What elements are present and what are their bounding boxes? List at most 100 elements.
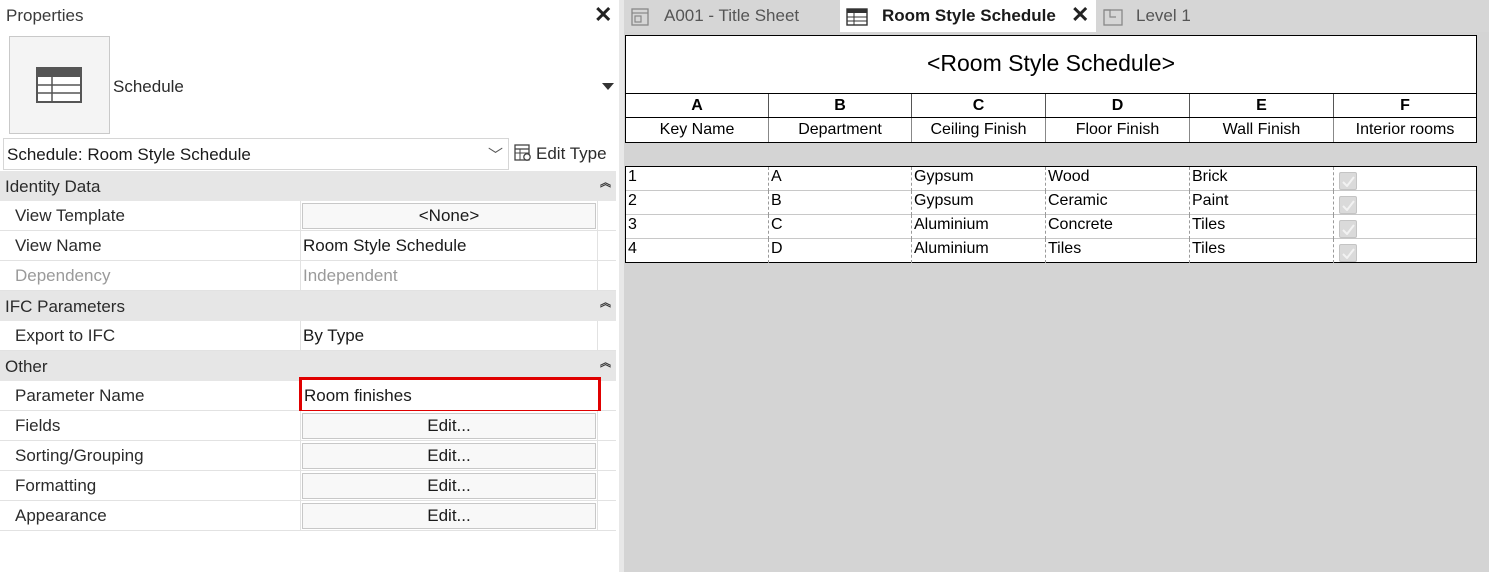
divider bbox=[597, 201, 598, 231]
interior-rooms-cell bbox=[1334, 215, 1476, 239]
wall-finish-cell[interactable]: Tiles bbox=[1190, 215, 1334, 239]
schedule-icon bbox=[846, 8, 868, 26]
divider bbox=[597, 261, 598, 291]
check-icon bbox=[1342, 176, 1355, 187]
ceiling-finish-cell[interactable]: Gypsum bbox=[912, 167, 1046, 191]
divider bbox=[300, 201, 301, 231]
fields-edit-button[interactable]: Edit... bbox=[302, 413, 596, 439]
key-name-cell[interactable]: 3 bbox=[626, 215, 769, 239]
group-label: Identity Data bbox=[5, 177, 101, 196]
divider bbox=[597, 501, 598, 531]
formatting-edit-button[interactable]: Edit... bbox=[302, 473, 596, 499]
group-label: Other bbox=[5, 357, 48, 376]
type-selector[interactable]: Schedule bbox=[3, 33, 616, 136]
prop-name: View Template bbox=[15, 206, 125, 225]
tab-label: A001 - Title Sheet bbox=[664, 6, 800, 25]
type-preview bbox=[9, 36, 110, 134]
department-cell[interactable]: C bbox=[769, 215, 912, 239]
table-row: 4 D Aluminium Tiles Tiles bbox=[626, 239, 1476, 263]
floor-finish-cell[interactable]: Ceramic bbox=[1046, 191, 1190, 215]
column-letter[interactable]: D bbox=[1046, 94, 1190, 117]
column-header[interactable]: Interior rooms bbox=[1334, 118, 1476, 142]
column-letter[interactable]: E bbox=[1190, 94, 1334, 117]
schedule-title[interactable]: <Room Style Schedule> bbox=[625, 35, 1477, 94]
column-header[interactable]: Department bbox=[769, 118, 912, 142]
wall-finish-cell[interactable]: Brick bbox=[1190, 167, 1334, 191]
key-name-cell[interactable]: 2 bbox=[626, 191, 769, 215]
chevron-down-icon: ﹀ bbox=[488, 147, 504, 164]
edit-type-button[interactable]: Edit Type bbox=[512, 139, 616, 169]
group-ifc-parameters[interactable]: IFC Parameters ︽ bbox=[0, 291, 616, 321]
close-icon[interactable]: ✕ bbox=[594, 2, 612, 28]
edit-type-icon bbox=[514, 144, 531, 161]
divider bbox=[300, 501, 301, 531]
column-letter[interactable]: F bbox=[1334, 94, 1476, 117]
divider bbox=[300, 231, 301, 261]
ceiling-finish-cell[interactable]: Gypsum bbox=[912, 191, 1046, 215]
divider bbox=[300, 261, 301, 291]
wall-finish-cell[interactable]: Paint bbox=[1190, 191, 1334, 215]
divider bbox=[597, 231, 598, 261]
divider bbox=[597, 441, 598, 471]
floor-finish-cell[interactable]: Concrete bbox=[1046, 215, 1190, 239]
parameter-name-input[interactable]: Room finishes bbox=[299, 377, 601, 413]
interior-rooms-checkbox[interactable] bbox=[1339, 244, 1357, 262]
ceiling-finish-cell[interactable]: Aluminium bbox=[912, 239, 1046, 263]
tab-room-style-schedule[interactable]: Room Style Schedule ✕ bbox=[840, 0, 1096, 32]
interior-rooms-checkbox[interactable] bbox=[1339, 220, 1357, 238]
department-cell[interactable]: B bbox=[769, 191, 912, 215]
sorting-grouping-edit-button[interactable]: Edit... bbox=[302, 443, 596, 469]
floor-finish-cell[interactable]: Tiles bbox=[1046, 239, 1190, 263]
column-header[interactable]: Floor Finish bbox=[1046, 118, 1190, 142]
interior-rooms-checkbox[interactable] bbox=[1339, 172, 1357, 190]
tab-title-sheet[interactable]: A001 - Title Sheet bbox=[624, 0, 839, 32]
department-cell[interactable]: D bbox=[769, 239, 912, 263]
divider bbox=[597, 321, 598, 351]
column-header[interactable]: Key Name bbox=[626, 118, 769, 142]
collapse-icon[interactable]: ︽ bbox=[600, 294, 611, 310]
prop-name: Sorting/Grouping bbox=[15, 446, 144, 465]
prop-name: Appearance bbox=[15, 506, 107, 525]
column-header-row: Key Name Department Ceiling Finish Floor… bbox=[625, 118, 1477, 143]
group-label: IFC Parameters bbox=[5, 297, 125, 316]
key-name-cell[interactable]: 4 bbox=[626, 239, 769, 263]
column-letter[interactable]: B bbox=[769, 94, 912, 117]
check-icon bbox=[1342, 224, 1355, 235]
type-name: Schedule bbox=[113, 77, 184, 96]
interior-rooms-checkbox[interactable] bbox=[1339, 196, 1357, 214]
chevron-down-icon[interactable] bbox=[602, 83, 614, 90]
appearance-edit-button[interactable]: Edit... bbox=[302, 503, 596, 529]
interior-rooms-cell bbox=[1334, 239, 1476, 263]
column-letter-row: A B C D E F bbox=[625, 94, 1477, 118]
prop-row-dependency: Dependency Independent bbox=[0, 261, 616, 291]
floor-finish-cell[interactable]: Wood bbox=[1046, 167, 1190, 191]
group-identity-data[interactable]: Identity Data ︽ bbox=[0, 171, 616, 201]
parameter-name-value: Room finishes bbox=[304, 386, 412, 405]
collapse-icon[interactable]: ︽ bbox=[600, 174, 611, 190]
view-name-field[interactable]: Room Style Schedule bbox=[303, 236, 466, 256]
department-cell[interactable]: A bbox=[769, 167, 912, 191]
tab-level-1[interactable]: Level 1 bbox=[1097, 0, 1217, 32]
schedule-body: 1 A Gypsum Wood Brick 2 B Gypsum Ceramic… bbox=[625, 166, 1477, 263]
close-tab-icon[interactable]: ✕ bbox=[1071, 2, 1089, 28]
export-to-ifc-field[interactable]: By Type bbox=[303, 326, 364, 346]
schedule-view-area: <Room Style Schedule> A B C D E F Key Na… bbox=[624, 32, 1489, 572]
prop-name: Dependency bbox=[15, 266, 111, 285]
sheet-icon bbox=[631, 8, 649, 26]
column-letter[interactable]: A bbox=[626, 94, 769, 117]
properties-panel: Properties ✕ Schedule Schedule: Room Sty… bbox=[0, 0, 619, 572]
table-row: 2 B Gypsum Ceramic Paint bbox=[626, 191, 1476, 215]
column-letter[interactable]: C bbox=[912, 94, 1046, 117]
wall-finish-cell[interactable]: Tiles bbox=[1190, 239, 1334, 263]
instance-filter-dropdown[interactable]: Schedule: Room Style Schedule ﹀ bbox=[3, 138, 509, 170]
interior-rooms-cell bbox=[1334, 167, 1476, 191]
view-template-button[interactable]: <None> bbox=[302, 203, 596, 229]
schedule-type-icon bbox=[36, 67, 82, 103]
ceiling-finish-cell[interactable]: Aluminium bbox=[912, 215, 1046, 239]
collapse-icon[interactable]: ︽ bbox=[600, 354, 611, 370]
view-tab-bar: A001 - Title Sheet Room Style Schedule ✕… bbox=[624, 0, 1489, 32]
column-header[interactable]: Ceiling Finish bbox=[912, 118, 1046, 142]
tab-label: Room Style Schedule bbox=[882, 6, 1056, 25]
column-header[interactable]: Wall Finish bbox=[1190, 118, 1334, 142]
key-name-cell[interactable]: 1 bbox=[626, 167, 769, 191]
